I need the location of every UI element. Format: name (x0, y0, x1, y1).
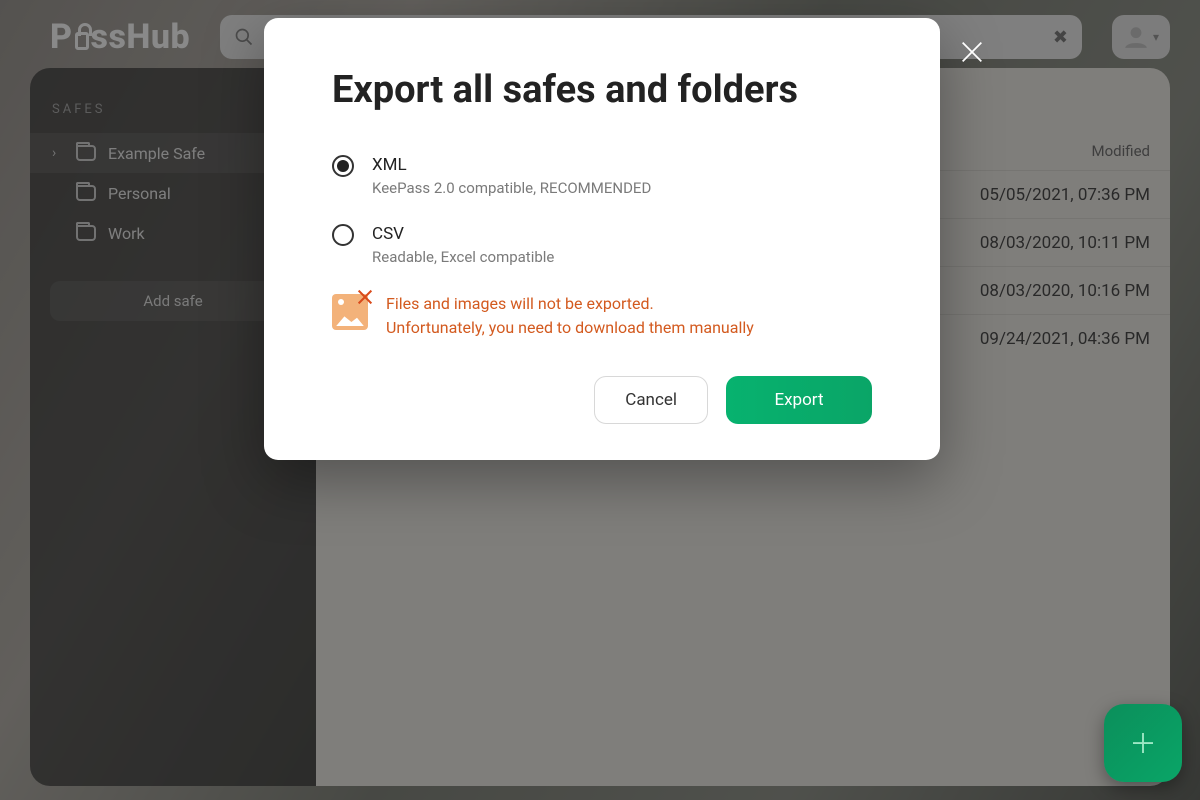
option-sublabel: Readable, Excel compatible (372, 248, 554, 266)
warning-line-1: Files and images will not be exported. (386, 292, 754, 316)
export-warning: Files and images will not be exported. U… (332, 292, 872, 340)
close-icon (958, 38, 986, 66)
warning-line-2: Unfortunately, you need to download them… (386, 316, 754, 340)
cancel-label: Cancel (625, 390, 677, 410)
radio-selected-icon (332, 155, 354, 177)
option-label: CSV (372, 223, 554, 245)
modal-title: Export all safes and folders (332, 68, 872, 112)
export-button[interactable]: Export (726, 376, 872, 424)
export-option-csv[interactable]: CSV Readable, Excel compatible (332, 223, 872, 266)
modal-actions: Cancel Export (332, 376, 872, 424)
option-label: XML (372, 154, 651, 176)
export-modal: Export all safes and folders XML KeePass… (264, 18, 940, 460)
add-fab[interactable] (1104, 704, 1182, 782)
plus-icon (1128, 728, 1158, 758)
export-label: Export (774, 390, 823, 410)
radio-unselected-icon (332, 224, 354, 246)
option-sublabel: KeePass 2.0 compatible, RECOMMENDED (372, 179, 651, 197)
cancel-button[interactable]: Cancel (594, 376, 708, 424)
close-modal-button[interactable] (958, 38, 986, 70)
export-option-xml[interactable]: XML KeePass 2.0 compatible, RECOMMENDED (332, 154, 872, 197)
no-image-export-icon (332, 294, 368, 330)
